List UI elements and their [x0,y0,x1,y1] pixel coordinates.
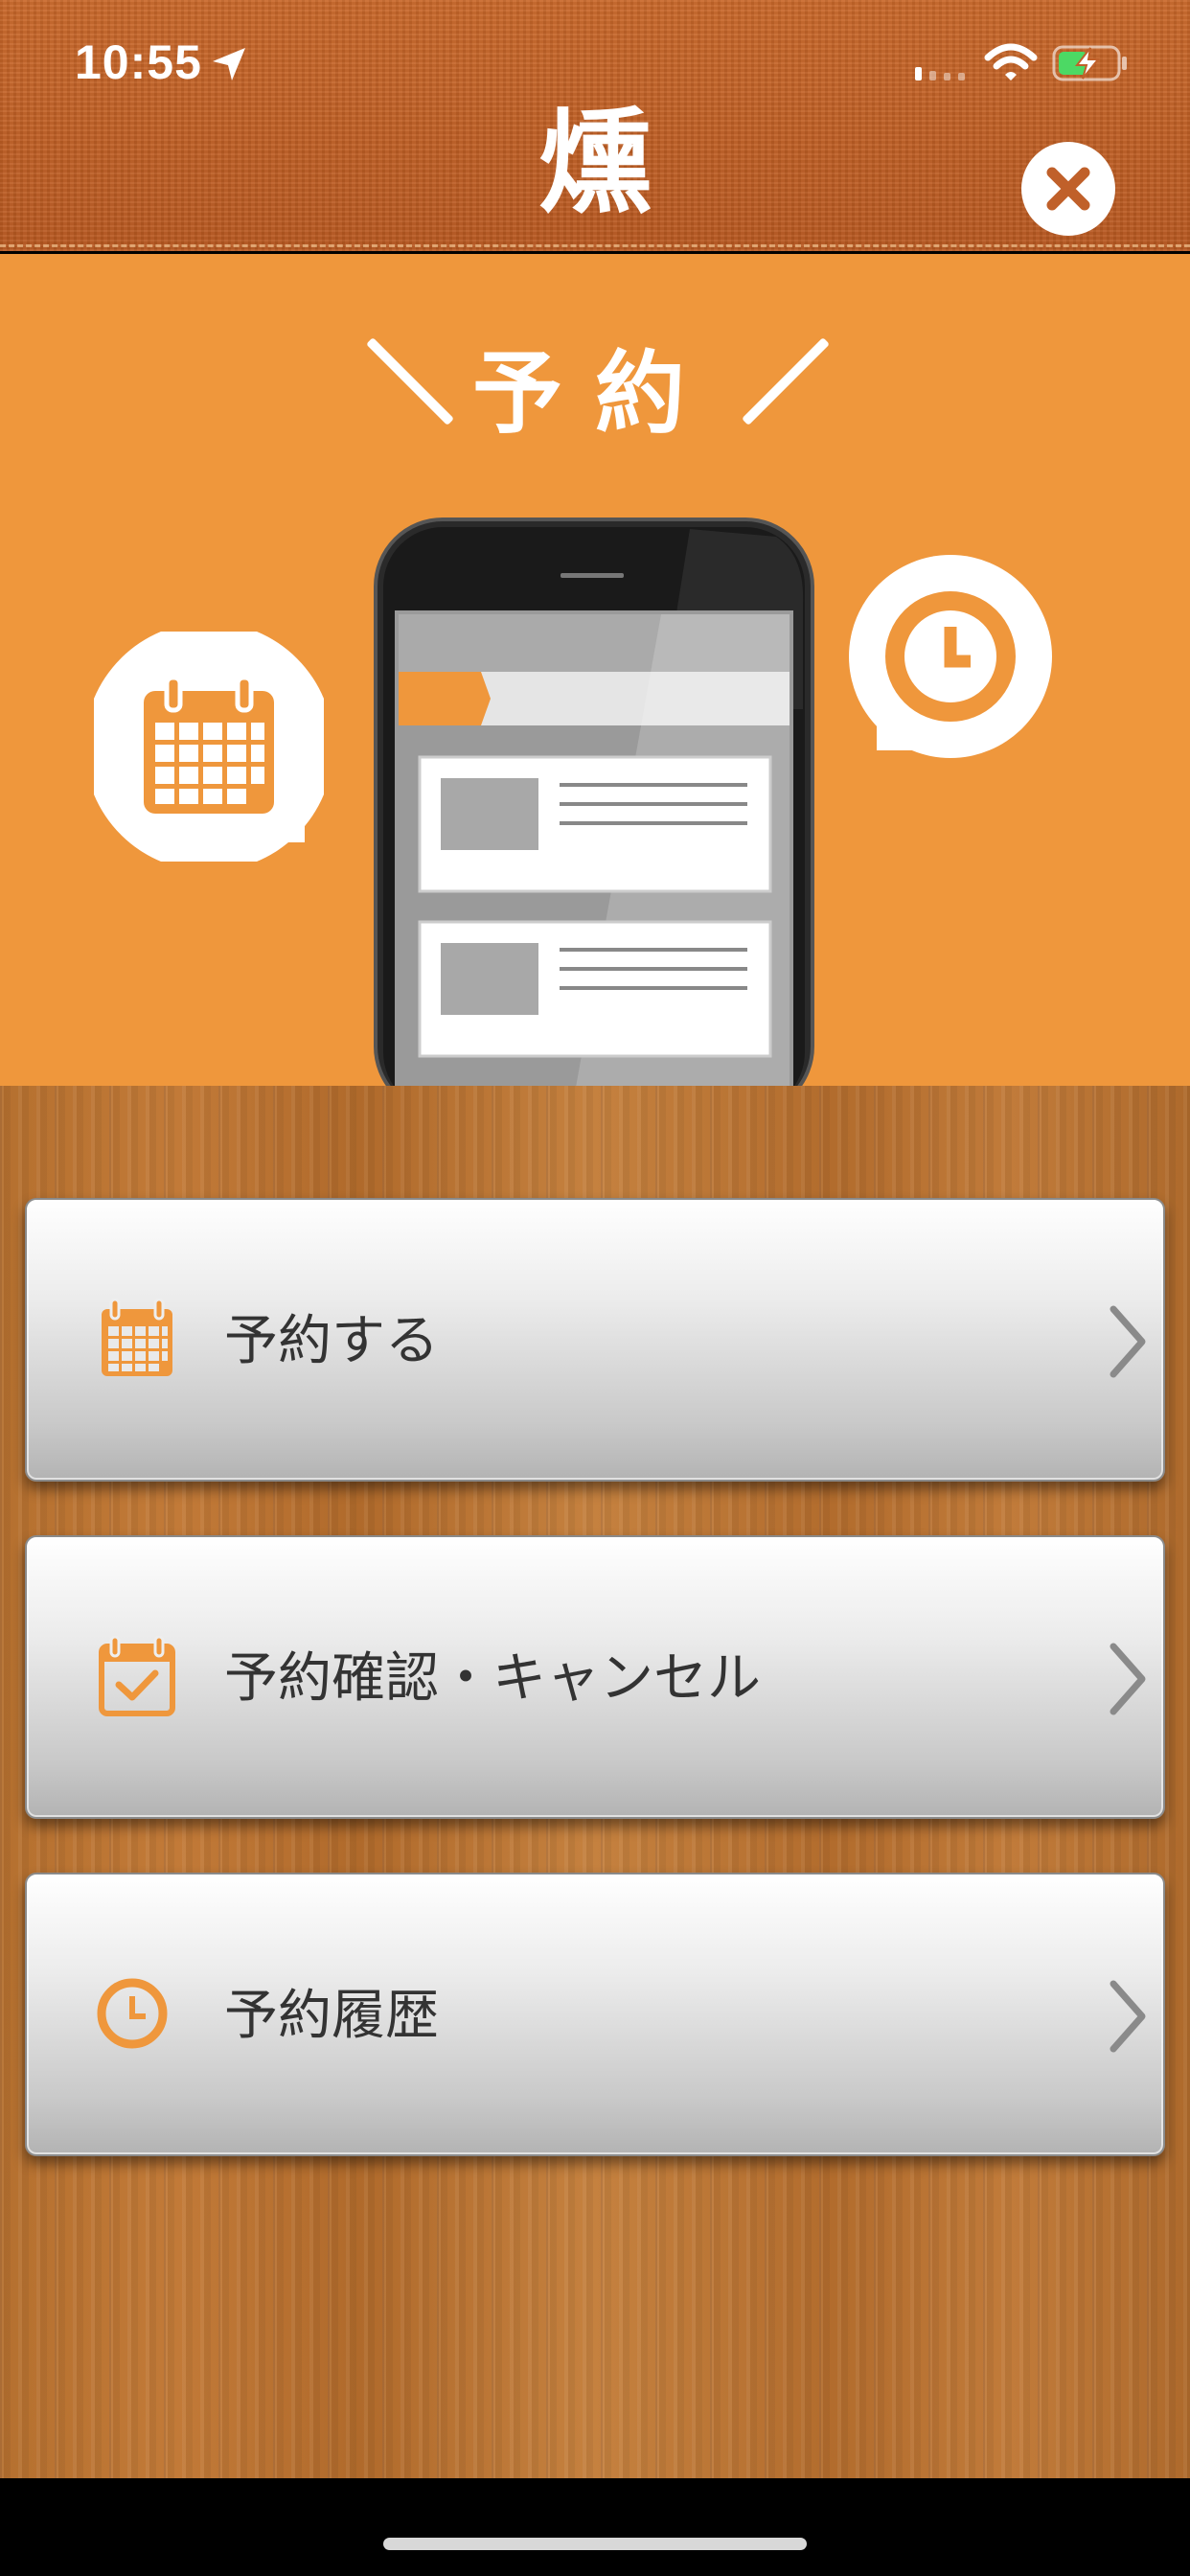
clock-bubble-illustration [849,555,1052,758]
home-bar-area [0,2478,1190,2576]
confirm-cancel-button-label: 予約確認・キャンセル [224,1647,761,1710]
calendar-icon [102,1298,172,1376]
app-screen: 10:55 燻 予約 予約する 予約確認・キャンセル 予約履歴 [0,0,1190,2576]
header-stitch [0,244,1190,247]
reserve-button[interactable]: 予約する [25,1198,1165,1482]
calendar-icon [144,675,274,814]
close-button[interactable] [1021,142,1115,236]
home-indicator[interactable] [383,2538,807,2550]
close-icon [1046,167,1090,211]
phone-illustration [374,518,814,1086]
wifi-icon [984,43,1038,80]
hero-title: 予約 [471,342,718,447]
calendar-bubble-illustration [94,632,324,862]
status-time: 10:55 [75,35,202,89]
hero-banner: 予約 [0,254,1190,1086]
history-button-label: 予約履歴 [224,1985,439,2047]
reserve-button-label: 予約する [224,1310,439,1372]
confirm-cancel-button[interactable]: 予約確認・キャンセル [25,1535,1165,1819]
header-title: 燻 [538,96,652,229]
chevron-right-icon [1110,1305,1146,1378]
battery-charging-icon [1052,45,1127,81]
history-button[interactable]: 予約履歴 [25,1873,1165,2156]
clock-icon [97,1978,168,2049]
chevron-right-icon [1110,1643,1146,1715]
signal-icon [915,67,965,80]
header-bar: 10:55 燻 [0,0,1190,251]
calendar-check-icon [99,1635,175,1716]
location-arrow-icon [213,48,245,80]
chevron-right-icon [1110,1980,1146,2053]
